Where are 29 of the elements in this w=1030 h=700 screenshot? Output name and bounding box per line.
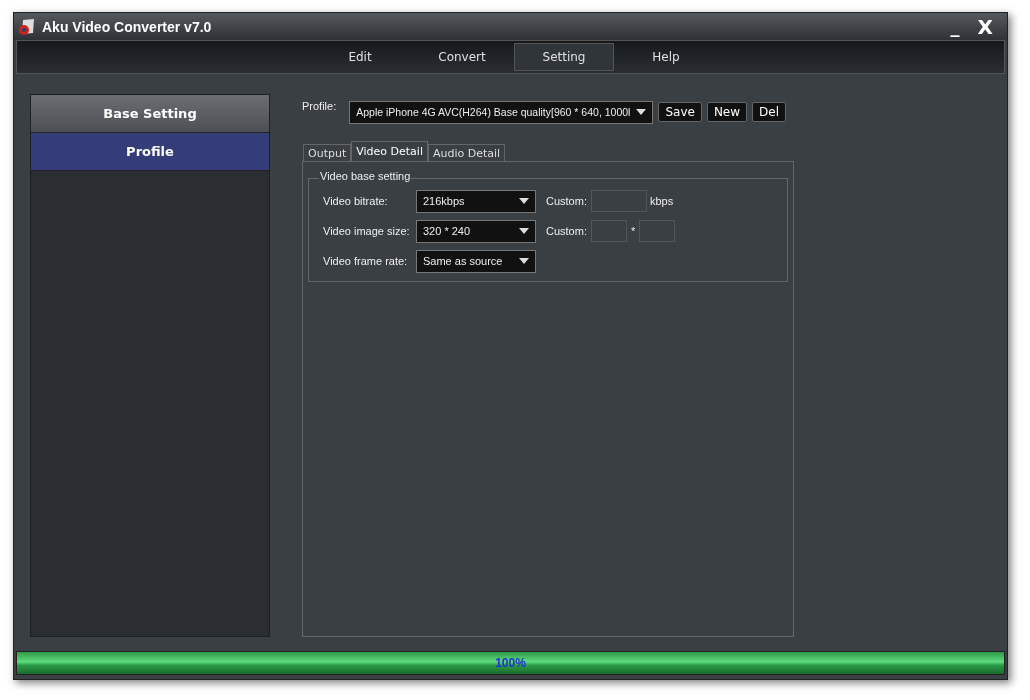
- menu-item[interactable]: Convert: [412, 43, 512, 71]
- menu-item[interactable]: Setting: [514, 43, 614, 71]
- dropdown[interactable]: Same as source: [416, 249, 536, 273]
- field-label: Video bitrate:: [323, 195, 389, 207]
- close-button[interactable]: X: [971, 14, 999, 39]
- dropdown[interactable]: Apple iPhone 4G AVC(H264) Base quality[960 * 640, 1000l: [349, 100, 654, 124]
- window-title: Aku Video Converter v7.0: [42, 18, 212, 35]
- minimize-button[interactable]: _: [944, 16, 966, 37]
- field-label: Custom:: [546, 195, 587, 207]
- dropdown[interactable]: 216kbps: [416, 189, 536, 213]
- tab[interactable]: Audio Detail: [427, 144, 506, 161]
- profile-button[interactable]: Save: [658, 102, 702, 122]
- tab[interactable]: Output: [303, 144, 352, 161]
- profile-label: Profile:: [302, 100, 337, 112]
- tab[interactable]: Video Detail: [351, 141, 428, 161]
- field-label: Custom:: [546, 225, 587, 237]
- separator-label: *: [630, 225, 636, 237]
- group-title: Video base setting: [319, 170, 412, 182]
- profile-button[interactable]: New: [706, 102, 748, 122]
- field-label: Video image size:: [323, 225, 411, 237]
- progress-text: 100%: [495, 656, 526, 670]
- profile-button[interactable]: Del: [752, 102, 787, 122]
- sidebar-item[interactable]: Profile: [31, 133, 269, 171]
- menu-item[interactable]: Edit: [310, 43, 410, 71]
- sidebar-item[interactable]: Base Setting: [31, 95, 269, 133]
- dropdown[interactable]: 320 * 240: [416, 219, 536, 243]
- menu-item[interactable]: Help: [616, 43, 716, 71]
- unit-label: kbps: [649, 195, 674, 207]
- field-label: Video frame rate:: [323, 255, 409, 267]
